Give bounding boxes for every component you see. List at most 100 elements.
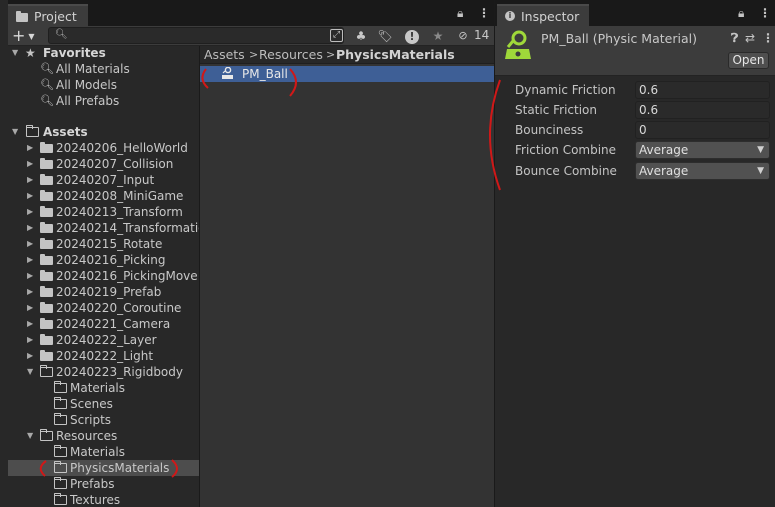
tree-item-folder[interactable]: ▶ 20240213_Transform [8, 204, 199, 220]
collapse-arrow-icon[interactable]: ▶ [27, 156, 33, 172]
folder-tree: ▼ ★ Favorites 🔍︎ All Materials 🔍︎ All Mo… [8, 46, 199, 507]
tree-label: 20240214_Transformatio [56, 221, 199, 235]
collapse-arrow-icon[interactable]: ▶ [27, 140, 33, 156]
search-by-type-icon[interactable]: ⤢ [330, 29, 343, 42]
presets-icon[interactable]: ⇄ [745, 31, 755, 45]
tree-label: All Prefabs [56, 94, 120, 108]
tree-item-all-prefabs[interactable]: 🔍︎ All Prefabs [8, 93, 199, 109]
tree-item-rigidbody[interactable]: ▼ 20240223_Rigidbody [8, 364, 199, 380]
log-warning-icon[interactable]: ! [404, 28, 420, 44]
dynamic-friction-label: Dynamic Friction [515, 83, 616, 97]
collapse-arrow-icon[interactable]: ▶ [27, 316, 33, 332]
collapse-arrow-icon[interactable]: ▶ [27, 300, 33, 316]
tree-item-folder[interactable]: ▶ 20240207_Collision [8, 156, 199, 172]
empty-folder-icon [54, 461, 67, 473]
collapse-arrow-icon[interactable]: ▶ [27, 252, 33, 268]
asset-list-pane: Assets > Resources > PhysicsMaterials PM… [200, 46, 494, 507]
tree-item-physicsmaterials[interactable]: PhysicsMaterials [8, 460, 199, 476]
hidden-packages-icon[interactable]: ⊘ [455, 28, 471, 44]
more-options-icon[interactable]: ⋮ [762, 31, 774, 45]
tree-item-folder[interactable]: ▶ 20240214_Transformatio [8, 220, 199, 236]
collapse-arrow-icon[interactable]: ▶ [27, 268, 33, 284]
collapse-arrow-icon[interactable]: ▶ [27, 220, 33, 236]
open-folder-icon [40, 365, 53, 377]
friction-combine-dropdown[interactable]: Average ▼ [635, 141, 770, 159]
tree-item-folder[interactable]: ▶ 20240220_Coroutine [8, 300, 199, 316]
lock-icon[interactable]: 🔒︎ [457, 6, 463, 21]
collapse-arrow-icon[interactable]: ▶ [27, 204, 33, 220]
tree-item-all-materials[interactable]: 🔍︎ All Materials [8, 61, 199, 77]
tree-item-resources[interactable]: ▼ Resources [8, 428, 199, 444]
tree-item-folder[interactable]: ▶ 20240208_MiniGame [8, 188, 199, 204]
folder-icon [40, 302, 53, 313]
expand-arrow-icon[interactable]: ▼ [12, 46, 18, 61]
search-field[interactable]: 🔍︎ [48, 27, 344, 44]
folder-icon [40, 158, 53, 169]
search-input[interactable] [67, 29, 337, 42]
tree-item-folder[interactable]: ▶ 20240207_Input [8, 172, 199, 188]
tree-item-favorites[interactable]: ▼ ★ Favorites [8, 46, 199, 61]
tree-label: All Materials [56, 62, 130, 76]
tree-item-folder[interactable]: ▶ 20240206_HelloWorld [8, 140, 199, 156]
help-icon[interactable]: ❓︎ [731, 31, 738, 46]
tree-item-folder[interactable]: ▶ 20240219_Prefab [8, 284, 199, 300]
static-friction-field[interactable]: 0.6 [635, 101, 770, 119]
expand-arrow-icon[interactable]: ▼ [27, 428, 33, 444]
tab-project-label: Project [34, 8, 77, 24]
tree-item-folder[interactable]: ▶ 20240215_Rotate [8, 236, 199, 252]
tree-label: Materials [70, 445, 126, 459]
tree-label: All Models [56, 78, 117, 92]
collapse-arrow-icon[interactable]: ▶ [27, 172, 33, 188]
tree-item-folder[interactable]: Scripts [8, 412, 199, 428]
more-options-icon[interactable]: ⋮ [759, 6, 771, 20]
tree-item-folder[interactable]: ▶ 20240222_Light [8, 348, 199, 364]
tree-item-folder[interactable]: ▶ 20240216_Picking [8, 252, 199, 268]
tree-item-assets[interactable]: ▼ Assets [8, 124, 199, 140]
asset-item-pm-ball[interactable]: PM_Ball [200, 66, 494, 82]
expand-arrow-icon[interactable]: ▼ [12, 124, 18, 140]
open-button[interactable]: Open [728, 52, 769, 69]
tree-item-folder[interactable]: Scenes [8, 396, 199, 412]
tree-label: PhysicsMaterials [70, 461, 170, 475]
expand-arrow-icon[interactable]: ▼ [27, 364, 33, 380]
bounce-combine-dropdown[interactable]: Average ▼ [635, 162, 770, 180]
collapse-arrow-icon[interactable]: ▶ [27, 188, 33, 204]
tree-item-folder[interactable]: ▶ 20240222_Layer [8, 332, 199, 348]
more-options-icon[interactable]: ⋮ [478, 6, 490, 20]
tab-inspector[interactable]: i Inspector [497, 4, 589, 26]
project-toolbar: + ▼ 🔍︎ ⤢ ♣ 🏷︎ ! ★ ⊘ 14 [8, 26, 494, 46]
folder-icon [40, 206, 53, 217]
tree-label: 20240215_Rotate [56, 237, 163, 251]
filter-by-label-icon[interactable]: 🏷︎ [377, 28, 393, 44]
collapse-arrow-icon[interactable]: ▶ [27, 236, 33, 252]
tree-item-all-models[interactable]: 🔍︎ All Models [8, 77, 199, 93]
folder-icon [40, 142, 53, 153]
dynamic-friction-field[interactable]: 0.6 [635, 81, 770, 99]
filter-by-type-icon[interactable]: ♣ [353, 28, 369, 44]
tree-item-folder[interactable]: Materials [8, 444, 199, 460]
breadcrumb-item[interactable]: Resources [259, 47, 323, 62]
tree-item-folder[interactable]: Textures [8, 492, 199, 507]
tab-inspector-label: Inspector [521, 8, 580, 24]
bounciness-field[interactable]: 0 [635, 121, 770, 139]
lock-icon[interactable]: 🔒︎ [738, 6, 744, 21]
empty-folder-icon [54, 381, 67, 393]
tree-item-folder[interactable]: Prefabs [8, 476, 199, 492]
tree-label: 20240208_MiniGame [56, 189, 184, 203]
folder-icon [40, 174, 53, 185]
tree-item-folder[interactable]: ▶ 20240221_Camera [8, 316, 199, 332]
folder-icon [40, 222, 53, 233]
create-button[interactable]: + ▼ [12, 27, 42, 44]
breadcrumb-item[interactable]: Assets [204, 47, 245, 62]
breadcrumb-item[interactable]: PhysicsMaterials [336, 47, 455, 62]
tree-label: 20240207_Collision [56, 157, 174, 171]
tree-item-folder[interactable]: Materials [8, 380, 199, 396]
favorite-star-icon[interactable]: ★ [430, 28, 446, 44]
bounce-combine-label: Bounce Combine [515, 164, 617, 178]
tab-project[interactable]: Project [8, 4, 88, 26]
tree-item-folder[interactable]: ▶ 20240216_PickingMove [8, 268, 199, 284]
collapse-arrow-icon[interactable]: ▶ [27, 348, 33, 364]
left-panel-edge [0, 0, 8, 507]
collapse-arrow-icon[interactable]: ▶ [27, 332, 33, 348]
collapse-arrow-icon[interactable]: ▶ [27, 284, 33, 300]
